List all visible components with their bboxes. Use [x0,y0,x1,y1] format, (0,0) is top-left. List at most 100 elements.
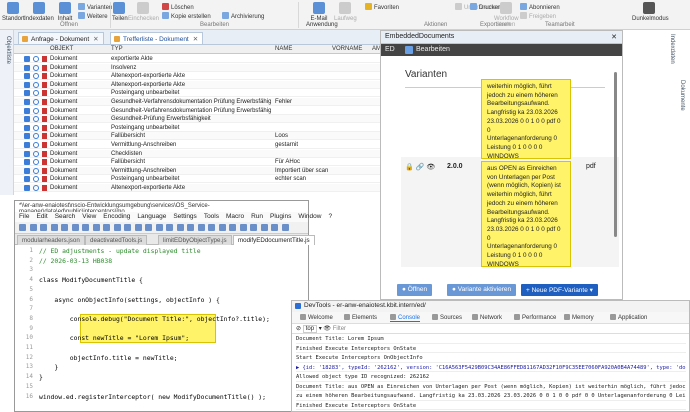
devtools-tab[interactable]: Sources [432,314,462,321]
checkbox-icon[interactable] [24,73,30,80]
devtools-tab[interactable]: Elements [344,314,377,321]
lock-icon[interactable]: 🔒 [405,164,414,171]
toolbar-icon[interactable] [19,224,26,231]
editor-menu-item[interactable]: Macro [226,213,244,220]
toolbar-icon[interactable] [229,224,236,231]
archivierung-button[interactable]: Archivierung [222,12,264,20]
editor-tab[interactable]: limitEDbyObjectType.js [158,235,232,245]
column-header-am[interactable]: AM [372,46,380,52]
editor-tab[interactable]: modifyEDdocumentTitle.js [233,235,315,245]
weitere-button[interactable]: Weitere [78,12,108,20]
close-icon[interactable]: ✕ [611,33,617,41]
workflow-button[interactable]: Workflow starten [494,2,519,28]
object-list-strip[interactable]: Objektliste [0,30,14,195]
editor-menu-item[interactable]: Plugins [270,213,291,220]
new-pdf-variant-button[interactable]: + Neue PDF-Variante ▾ [521,284,598,296]
editor-menu-item[interactable]: File [19,213,29,220]
eye-icon[interactable]: 👁 [323,326,332,332]
checkbox-icon[interactable] [24,185,30,191]
toolbar-icon[interactable] [187,224,194,231]
table-row[interactable]: Dokument Posteingang unbearbeitet [14,89,380,98]
toolbar-icon[interactable] [71,224,79,231]
checkbox-icon[interactable] [24,133,30,140]
edit-icon[interactable] [405,46,413,54]
table-row[interactable]: Dokument Vermittlung-Anschreiben Importier… [14,166,380,175]
table-row[interactable]: Dokument Posteingang unbearbeitet echter s… [14,175,380,184]
toolbar-icon[interactable] [29,224,37,231]
checkbox-icon[interactable] [24,56,30,62]
editor-menu-item[interactable]: Language [137,213,166,220]
dunkelmodus-button[interactable]: Dunkelmodus [632,2,669,22]
filter-input[interactable]: Filter [333,326,346,332]
varianten-button[interactable]: Varianten [78,3,112,11]
editor-menu-item[interactable]: View [82,213,96,220]
checkbox-icon[interactable] [24,167,30,174]
close-icon[interactable]: ✕ [93,36,98,43]
toolbar-icon[interactable] [271,224,278,231]
clear-console-icon[interactable]: ⊘ [296,326,303,332]
table-row[interactable]: Dokument Gesundheit-Prüfung Erwerbsfähigk… [14,115,380,124]
table-row[interactable]: Dokument Fallübersicht Für AHoc [14,158,380,167]
checkbox-icon[interactable] [24,116,30,123]
editor-tab[interactable]: deactivatedTools.js [85,235,148,245]
editor-menu-item[interactable]: Window [298,213,321,220]
kopie-erstellen-button[interactable]: Kopie erstellen [162,12,211,20]
open-button[interactable]: ● Öffnen [397,284,433,296]
devtools-tab[interactable]: Welcome [300,314,333,321]
table-row[interactable]: Dokument Posteingang unbearbeitet [14,124,380,132]
tab-anfrage[interactable]: Anfrage - Dokument ✕ [18,32,104,44]
eye-icon[interactable]: 👁 [426,164,435,171]
devtools-tab[interactable]: Memory [564,314,594,321]
code-area[interactable]: 1 // ED adjustments - update displayed ti… [15,245,308,411]
table-row[interactable]: Dokument Insolvenz [14,63,380,72]
toolbar-icon[interactable] [50,224,58,231]
toolbar-icon[interactable] [155,224,163,231]
table-row[interactable]: Dokument Altenexport-exportierte Akte [14,72,380,81]
toolbar-icon[interactable] [61,224,68,231]
editor-menu-item[interactable]: Settings [173,213,197,220]
checkbox-icon[interactable] [24,142,30,148]
devtools-tab[interactable]: Performance [514,314,556,321]
table-row[interactable]: Dokument exportierte Akte [14,55,380,63]
einchecken-button[interactable]: Einchecken [128,2,159,22]
activate-variant-button[interactable]: ● Variante aktivieren [447,284,517,296]
indexdaten-button[interactable]: Indexdaten [24,2,54,22]
table-row[interactable]: Dokument Altenexport-exportierte Akte [14,80,380,89]
editor-menu-item[interactable]: Search [55,213,76,220]
toolbar-icon[interactable] [208,224,215,231]
toolbar-icon[interactable] [40,224,47,231]
close-icon[interactable]: ✕ [193,36,198,43]
table-row[interactable]: Dokument Vermittlung-Anschreiben gestarnit [14,141,380,149]
tab-trefferliste[interactable]: Trefferliste - Dokument ✕ [110,32,204,44]
abonnieren-button[interactable]: Abonnieren [520,3,560,11]
laufweg-button[interactable]: Laufweg [334,2,357,22]
checkbox-icon[interactable] [24,99,30,105]
column-header-name[interactable]: NAME [275,46,292,52]
editor-menu-item[interactable]: Encoding [103,213,130,220]
context-select[interactable]: top [302,325,318,333]
column-header-objekt[interactable]: OBJEKT [50,46,73,52]
checkbox-icon[interactable] [24,176,30,183]
variant-actions[interactable]: 🔒 🔗 👁 [405,163,435,171]
devtools-tab[interactable]: Network [472,314,502,321]
toolbar-icon[interactable] [124,224,131,231]
toolbar-icon[interactable] [103,224,110,231]
toolbar-icon[interactable] [218,224,226,231]
checkbox-icon[interactable] [24,90,30,97]
toolbar-icon[interactable] [250,224,257,231]
editor-menu-item[interactable]: ? [328,213,332,220]
column-header-vorname[interactable]: VORNAME [332,46,362,52]
editor-menu-item[interactable]: Run [251,213,263,220]
teilen-button[interactable]: Teilen [112,2,128,22]
favoriten-button[interactable]: Favoriten [365,3,399,11]
tab-dokumente-vertical[interactable]: Dokumente [679,80,685,111]
checkbox-icon[interactable] [24,107,30,114]
checkbox-icon[interactable] [24,64,30,71]
checkbox-icon[interactable] [24,150,30,157]
editor-menu-item[interactable]: Tools [204,213,219,220]
freigeben-button[interactable]: Freigeben [520,12,556,20]
loeschen-button[interactable]: Löschen [162,3,194,11]
table-row[interactable]: Dokument Gesundheit-Verfahrensdokumentati… [14,98,380,106]
toolbar-icon[interactable] [260,224,268,231]
link-icon[interactable]: 🔗 [416,164,425,171]
